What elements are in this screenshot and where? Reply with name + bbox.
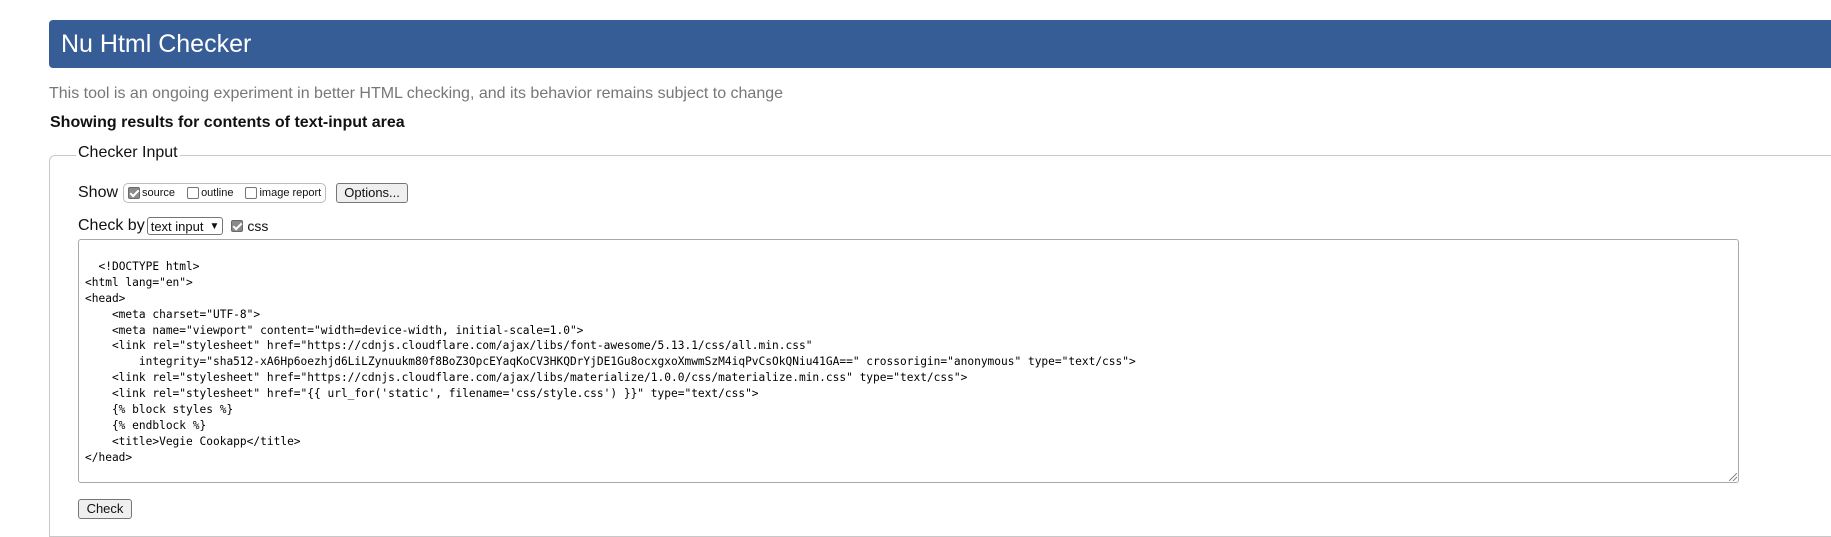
results-heading: Showing results for contents of text-inp…	[50, 114, 405, 131]
source-option-label: source	[142, 187, 176, 199]
css-checkbox[interactable]	[231, 220, 244, 232]
css-option[interactable]: css	[231, 218, 268, 234]
show-options-row: Show source outline image report Options…	[78, 182, 408, 204]
source-checkbox[interactable]	[128, 187, 141, 199]
image-report-option-label: image report	[259, 187, 322, 199]
outline-option-label: outline	[201, 187, 234, 199]
tagline: This tool is an ongoing experiment in be…	[49, 85, 784, 102]
check-by-select[interactable]: text input ▼	[146, 217, 224, 235]
check-by-selected-value: text input	[150, 218, 204, 234]
image-report-checkbox[interactable]	[245, 187, 258, 199]
resize-grip-icon[interactable]	[1729, 473, 1737, 481]
show-options-group: source outline image report	[123, 183, 327, 203]
chevron-down-icon: ▼	[209, 220, 220, 232]
options-button[interactable]: Options...	[336, 183, 408, 203]
show-label: Show	[78, 184, 119, 201]
check-by-label: Check by	[78, 217, 145, 234]
source-text-area[interactable]: <!DOCTYPE html> <html lang="en"> <head> …	[78, 239, 1739, 483]
show-outline-option[interactable]: outline	[187, 187, 233, 199]
source-text-content: <!DOCTYPE html> <html lang="en"> <head> …	[85, 259, 1136, 464]
checker-input-legend: Checker Input	[76, 144, 180, 162]
outline-checkbox[interactable]	[187, 187, 200, 199]
show-source-option[interactable]: source	[128, 187, 175, 199]
check-button[interactable]: Check	[78, 499, 132, 519]
page-title: Nu Html Checker	[61, 30, 252, 58]
page-header: Nu Html Checker	[49, 20, 1831, 68]
show-image-report-option[interactable]: image report	[245, 187, 321, 199]
css-option-label: css	[247, 218, 269, 234]
check-by-row: Check by text input ▼ css	[78, 215, 268, 237]
